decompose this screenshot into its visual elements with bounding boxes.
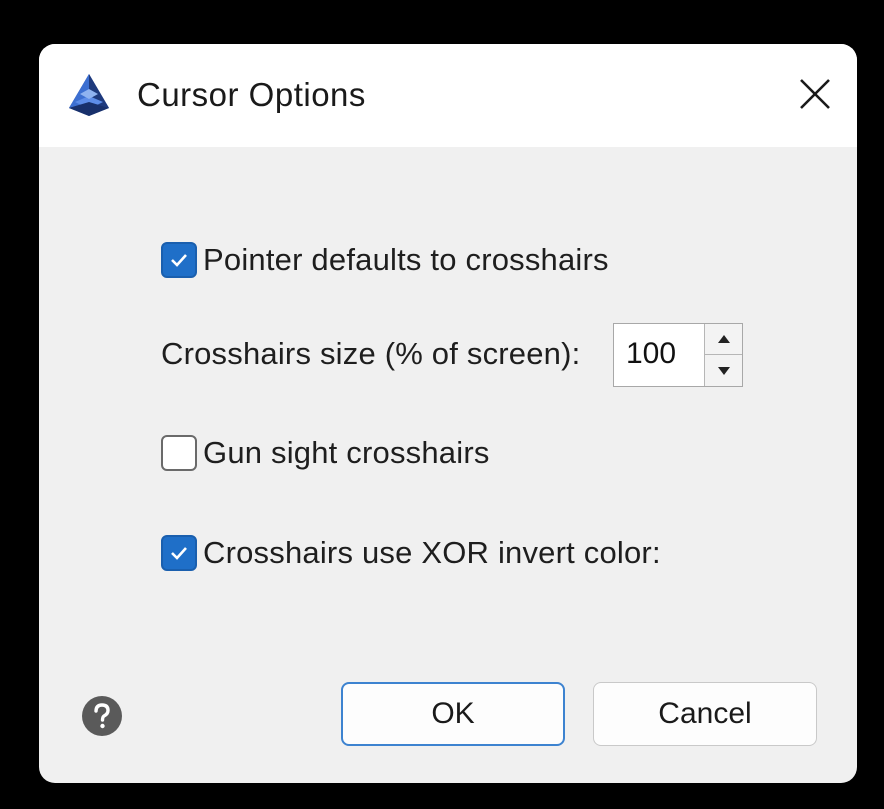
crosshairs-size-row: Crosshairs size (% of screen): [161,336,580,372]
gun-sight-checkbox[interactable] [161,435,197,471]
checkmark-icon [171,254,187,267]
cursor-options-dialog: Cursor Options Pointer defaults to cross… [39,44,857,783]
gun-sight-row[interactable]: Gun sight crosshairs [161,435,490,471]
triangle-up-icon [717,335,730,343]
window-title: Cursor Options [137,76,366,113]
pyramid-app-icon [69,74,109,116]
close-x-icon[interactable] [795,74,835,114]
crosshairs-size-spinner[interactable]: 100 [613,323,743,387]
title-bar: Cursor Options [39,44,857,147]
triangle-down-icon [717,366,730,375]
crosshairs-size-label: Crosshairs size (% of screen): [161,336,581,371]
xor-invert-checkbox[interactable] [161,535,197,571]
question-mark-icon[interactable] [80,694,124,738]
cancel-button[interactable]: Cancel [593,682,817,746]
xor-invert-row[interactable]: Crosshairs use XOR invert color: [161,535,661,571]
pointer-crosshairs-checkbox[interactable] [161,242,197,278]
pointer-crosshairs-row[interactable]: Pointer defaults to crosshairs [161,242,609,278]
crosshairs-size-value[interactable]: 100 [626,337,676,371]
checkmark-icon [171,547,187,560]
ok-button[interactable]: OK [341,682,565,746]
spinner-down-button[interactable] [704,355,742,386]
xor-invert-label: Crosshairs use XOR invert color: [203,535,661,570]
spinner-up-button[interactable] [704,324,742,355]
gun-sight-label: Gun sight crosshairs [203,435,490,470]
pointer-crosshairs-label: Pointer defaults to crosshairs [203,242,609,277]
